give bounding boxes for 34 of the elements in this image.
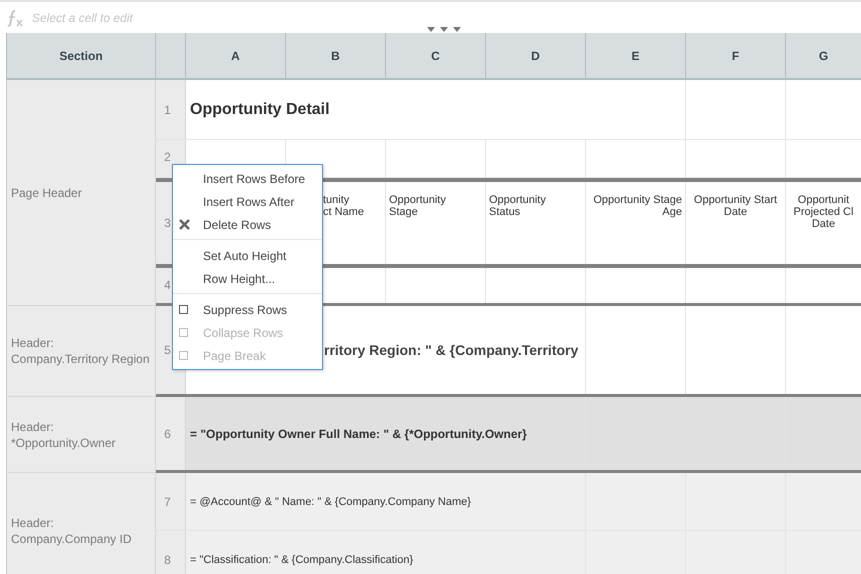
- formula-field[interactable]: Select a cell to edit: [30, 10, 334, 26]
- checkbox-icon[interactable]: [179, 305, 188, 314]
- table-cell: = @Account@ & " Name: " & {Company.Company Name}: [190, 496, 471, 508]
- menu-item[interactable]: Suppress Rows: [173, 298, 322, 321]
- table-cell: = "Opportunity Owner Full Name: " & {*Opportunity.Owner}: [190, 426, 527, 440]
- menu-item[interactable]: Insert Rows After: [173, 190, 322, 213]
- formula-icon: [6, 8, 24, 26]
- column-header[interactable]: A: [186, 33, 286, 78]
- column-header[interactable]: B: [286, 33, 386, 78]
- table-cell: Opportunity Detail: [190, 100, 330, 118]
- section-label: Header: *Opportunity.Owner: [11, 418, 116, 450]
- close-icon: [179, 219, 190, 230]
- column-header: Section: [6, 33, 156, 78]
- column-header[interactable]: E: [586, 33, 686, 78]
- collapse-arrows-icon[interactable]: [427, 27, 463, 33]
- menu-item[interactable]: Delete Rows: [173, 213, 322, 236]
- table-cell: rritory Region: " & {Company.Territory: [324, 342, 578, 358]
- table-cell-text: Opportunity Stage Age: [592, 194, 682, 218]
- column-header[interactable]: F: [686, 33, 786, 78]
- column-header[interactable]: D: [486, 33, 586, 78]
- column-header[interactable]: C: [386, 33, 486, 78]
- table-cell: = "Classification: " & {Company.Classification}: [190, 554, 414, 566]
- table-cell-text: Opportunity Status: [489, 194, 547, 218]
- menu-item[interactable]: Row Height...: [173, 267, 322, 290]
- section-label: Header: Company.Company ID: [11, 514, 132, 546]
- column-header[interactable]: G: [786, 33, 861, 78]
- menu-item[interactable]: Insert Rows Before: [173, 167, 322, 190]
- section-label: Page Header: [11, 184, 82, 200]
- table-cell-text: Opportunity Stage: [389, 194, 447, 218]
- table-cell: Opportunit Projected Cl Date: [794, 194, 854, 230]
- menu-item[interactable]: Set Auto Height: [173, 244, 322, 267]
- section-label: Header: Company.Territory Region: [11, 335, 150, 367]
- table-cell-text: Opportunity Start Date: [692, 194, 778, 218]
- table-cell: tunity ct Name: [323, 194, 364, 218]
